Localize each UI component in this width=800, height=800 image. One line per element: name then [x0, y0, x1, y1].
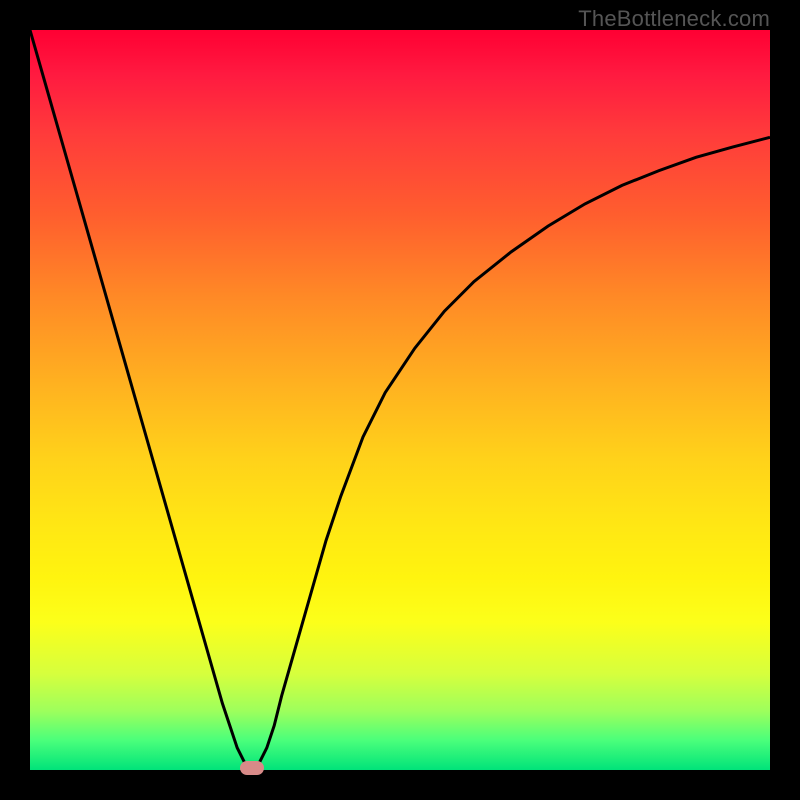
watermark-text: TheBottleneck.com	[578, 6, 770, 32]
plot-area	[30, 30, 770, 770]
chart-frame: TheBottleneck.com	[0, 0, 800, 800]
optimal-marker	[240, 761, 264, 775]
bottleneck-curve	[30, 30, 770, 770]
